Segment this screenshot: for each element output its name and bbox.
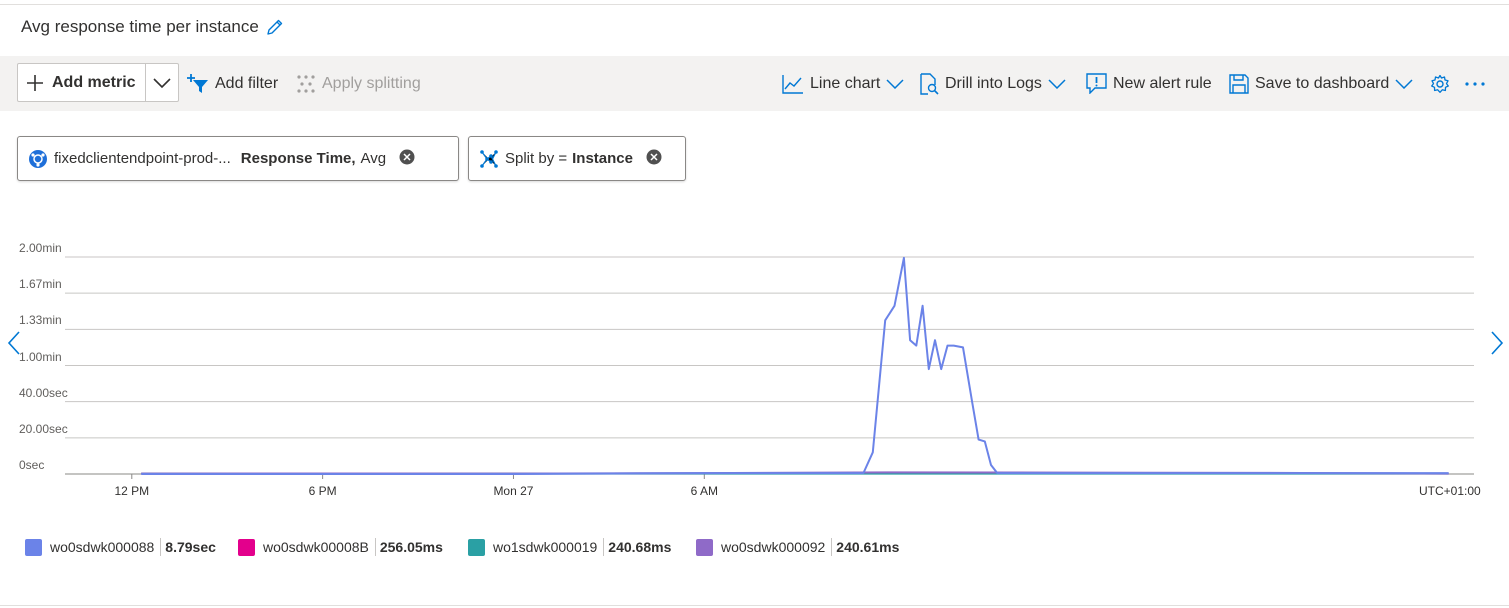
line-chart-plot: [65, 256, 1474, 479]
legend-series-value: 240.68ms: [608, 539, 672, 555]
legend-series-name: wo0sdwk00008B: [263, 539, 369, 555]
legend-series-name: wo0sdwk000088: [50, 539, 155, 555]
chevron-left-icon: [7, 331, 20, 355]
pan-right-button[interactable]: [1490, 330, 1509, 358]
legend-swatch: [696, 538, 713, 556]
legend-separator: [831, 538, 833, 556]
legend-separator: [374, 538, 376, 556]
legend-item[interactable]: wo0sdwk00008B 256.05ms: [238, 537, 443, 557]
legend-item[interactable]: wo0sdwk000088 8.79sec: [25, 537, 216, 557]
legend-series-value: 256.05ms: [379, 539, 443, 555]
legend-series-name: wo1sdwk000019: [493, 539, 598, 555]
legend-swatch: [238, 538, 255, 556]
legend-series-value: 240.61ms: [836, 539, 900, 555]
legend-swatch: [25, 538, 42, 556]
bottom-divider: [0, 605, 1509, 606]
legend-swatch: [468, 538, 485, 556]
legend-separator: [160, 538, 162, 556]
legend-series-value: 8.79sec: [165, 539, 216, 555]
legend-series-name: wo0sdwk000092: [721, 539, 826, 555]
pan-left-button[interactable]: [7, 330, 27, 358]
legend-separator: [603, 538, 605, 556]
legend-item[interactable]: wo0sdwk000092 240.61ms: [696, 537, 899, 557]
legend-item[interactable]: wo1sdwk000019 240.68ms: [468, 537, 671, 557]
chevron-right-icon: [1491, 331, 1504, 355]
